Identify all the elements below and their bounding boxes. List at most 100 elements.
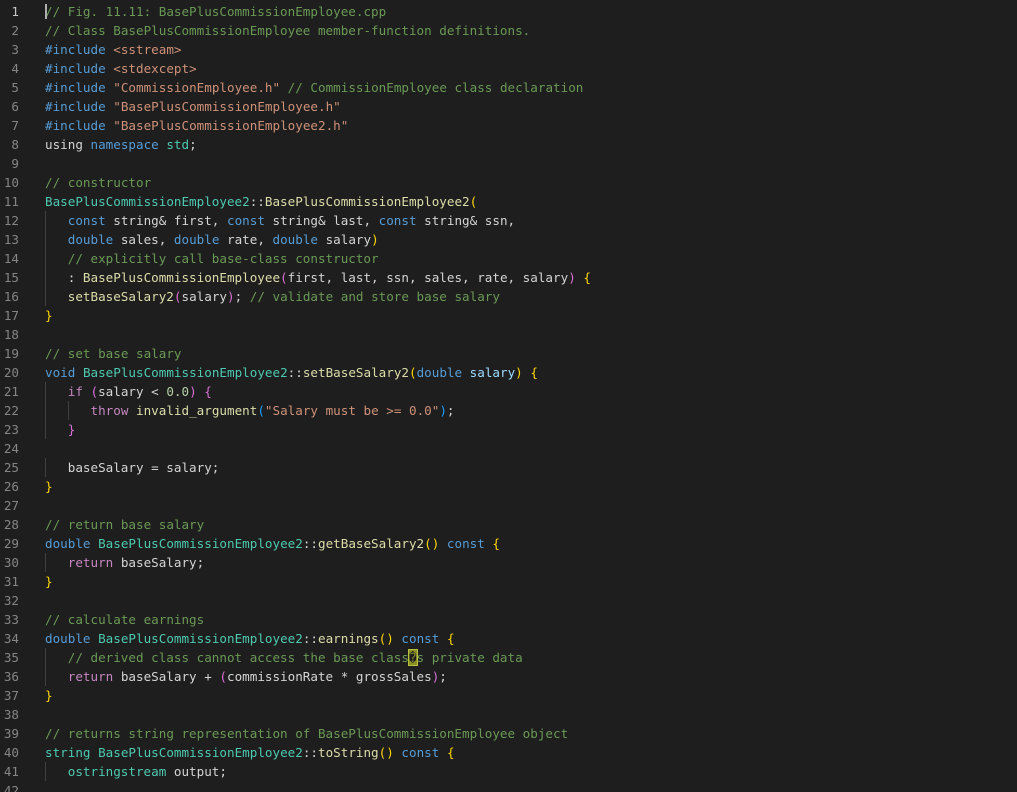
indent-guide [45, 762, 46, 781]
code-line[interactable]: 38 [0, 705, 1017, 724]
code-line[interactable]: 11 BasePlusCommissionEmployee2::BasePlusC… [0, 192, 1017, 211]
line-number: 11 [3, 194, 19, 209]
line-number: 33 [3, 612, 19, 627]
code-editor[interactable]: 1 // Fig. 11.11: BasePlusCommissionEmploy… [0, 0, 1017, 792]
code-line[interactable]: 33 // calculate earnings [0, 610, 1017, 629]
code-token: 0.0 [166, 384, 190, 399]
code-line[interactable]: 37} [0, 686, 1017, 705]
code-line[interactable]: 18 [0, 325, 1017, 344]
code-line[interactable]: 5 #include "CommissionEmployee.h" // Comm… [0, 78, 1017, 97]
code-line[interactable]: 29 double BasePlusCommissionEmployee2::ge… [0, 534, 1017, 553]
code-token: :: [287, 365, 303, 380]
code-line[interactable]: 24 [0, 439, 1017, 458]
code-line[interactable]: 25 baseSalary = salary; [0, 458, 1017, 477]
code-line[interactable]: 23} [0, 420, 1017, 439]
code-line[interactable]: 17} [0, 306, 1017, 325]
code-text: } [68, 421, 76, 438]
indent-guide [45, 230, 46, 249]
code-line[interactable]: 19 // set base salary [0, 344, 1017, 363]
code-token: s private data [416, 650, 523, 665]
code-token: return [67, 555, 114, 570]
code-line[interactable]: 2 // Class BasePlusCommissionEmployee mem… [0, 21, 1017, 40]
code-line[interactable]: 27 [0, 496, 1017, 515]
code-token: ; [446, 403, 455, 418]
code-line[interactable]: 39 // returns string representation of Ba… [0, 724, 1017, 743]
code-token: () [378, 745, 394, 760]
code-token: :: [249, 194, 265, 209]
code-token: string& last, [264, 213, 379, 228]
indent-guide [45, 420, 46, 439]
line-number: 10 [3, 175, 19, 190]
indent-guide [45, 553, 46, 572]
code-line[interactable]: 4 #include <stdexcept> [0, 59, 1017, 78]
code-line[interactable]: 35 // derived class cannot access the bas… [0, 648, 1017, 667]
code-token: baseSalary = salary; [67, 460, 220, 475]
code-line[interactable]: 13 double sales, double rate, double sala… [0, 230, 1017, 249]
code-token: } [45, 688, 53, 703]
code-line[interactable]: 8 using namespace std; [0, 135, 1017, 154]
code-line[interactable]: 6 #include "BasePlusCommissionEmployee.h" [0, 97, 1017, 116]
line-number: 30 [3, 555, 19, 570]
code-token: BasePlusCommissionEmployee [82, 270, 281, 285]
code-token: ) [515, 365, 523, 380]
code-token: BasePlusCommissionEmployee2 [45, 194, 250, 209]
code-token: string& first, [105, 213, 227, 228]
code-token: <stdexcept> [113, 61, 197, 76]
code-token: commissionRate * grossSales [226, 669, 432, 684]
code-token: // CommissionEmployee class declaration [287, 80, 584, 95]
line-number: 13 [3, 232, 19, 247]
code-token: ; [189, 137, 197, 152]
code-token: invalid_argument [136, 403, 258, 418]
line-number: 27 [3, 498, 19, 513]
code-token: double [272, 232, 318, 247]
code-line[interactable]: 9 [0, 154, 1017, 173]
code-line[interactable]: 3 #include <sstream> [0, 40, 1017, 59]
code-token: "CommissionEmployee.h" [113, 80, 281, 95]
code-line[interactable]: 40 string BasePlusCommissionEmployee2::to… [0, 743, 1017, 762]
code-token: const [401, 631, 440, 646]
code-token: ( [257, 403, 265, 418]
code-line[interactable]: 14 // explicitly call base-class construc… [0, 249, 1017, 268]
code-text: ostringstream output; [68, 763, 227, 780]
code-line[interactable]: 20 void BasePlusCommissionEmployee2::setB… [0, 363, 1017, 382]
code-line[interactable]: 15: BasePlusCommissionEmployee(first, la… [0, 268, 1017, 287]
code-line[interactable]: 32 [0, 591, 1017, 610]
code-token: { [204, 384, 212, 399]
indent-guide [45, 287, 46, 306]
code-line[interactable]: 34 double BasePlusCommissionEmployee2::ea… [0, 629, 1017, 648]
code-token: ) [439, 403, 447, 418]
code-token: void [45, 365, 76, 380]
code-text: if (salary < 0.0) { [68, 383, 212, 400]
line-number: 4 [11, 61, 19, 76]
code-line[interactable]: 30 return baseSalary; [0, 553, 1017, 572]
code-line[interactable]: 36 return baseSalary + (commissionRate * … [0, 667, 1017, 686]
code-token: throw [90, 403, 129, 418]
code-line[interactable]: 16 setBaseSalary2(salary); // validate an… [0, 287, 1017, 306]
code-line[interactable]: 42 [0, 781, 1017, 792]
line-number: 21 [3, 384, 19, 399]
code-line[interactable]: 26} [0, 477, 1017, 496]
code-text: double BasePlusCommissionEmployee2::earn… [45, 630, 455, 647]
code-token: const [446, 536, 485, 551]
code-line[interactable]: 7 #include "BasePlusCommissionEmployee2.h… [0, 116, 1017, 135]
indent-guide [45, 667, 46, 686]
code-line[interactable]: 31} [0, 572, 1017, 591]
code-line[interactable]: 28 // return base salary [0, 515, 1017, 534]
line-number: 24 [3, 441, 19, 456]
code-token: salary < [98, 384, 167, 399]
code-token: setBaseSalary2 [302, 365, 409, 380]
code-text: double BasePlusCommissionEmployee2::getB… [45, 535, 500, 552]
line-number: 34 [3, 631, 19, 646]
code-text: // constructor [45, 174, 151, 191]
code-line[interactable]: 12 const string& first, const string& las… [0, 211, 1017, 230]
code-line[interactable]: 10 // constructor [0, 173, 1017, 192]
code-token: ; [234, 289, 250, 304]
code-line[interactable]: 1 // Fig. 11.11: BasePlusCommissionEmploy… [0, 2, 1017, 21]
code-line[interactable]: 41 ostringstream output; [0, 762, 1017, 781]
code-token: // set base salary [45, 346, 182, 361]
code-line[interactable]: 22 throw invalid_argument("Salary must be… [0, 401, 1017, 420]
indent-guide [45, 211, 46, 230]
code-token: // returns string representation of Base… [45, 726, 569, 741]
code-line[interactable]: 21 if (salary < 0.0) { [0, 382, 1017, 401]
